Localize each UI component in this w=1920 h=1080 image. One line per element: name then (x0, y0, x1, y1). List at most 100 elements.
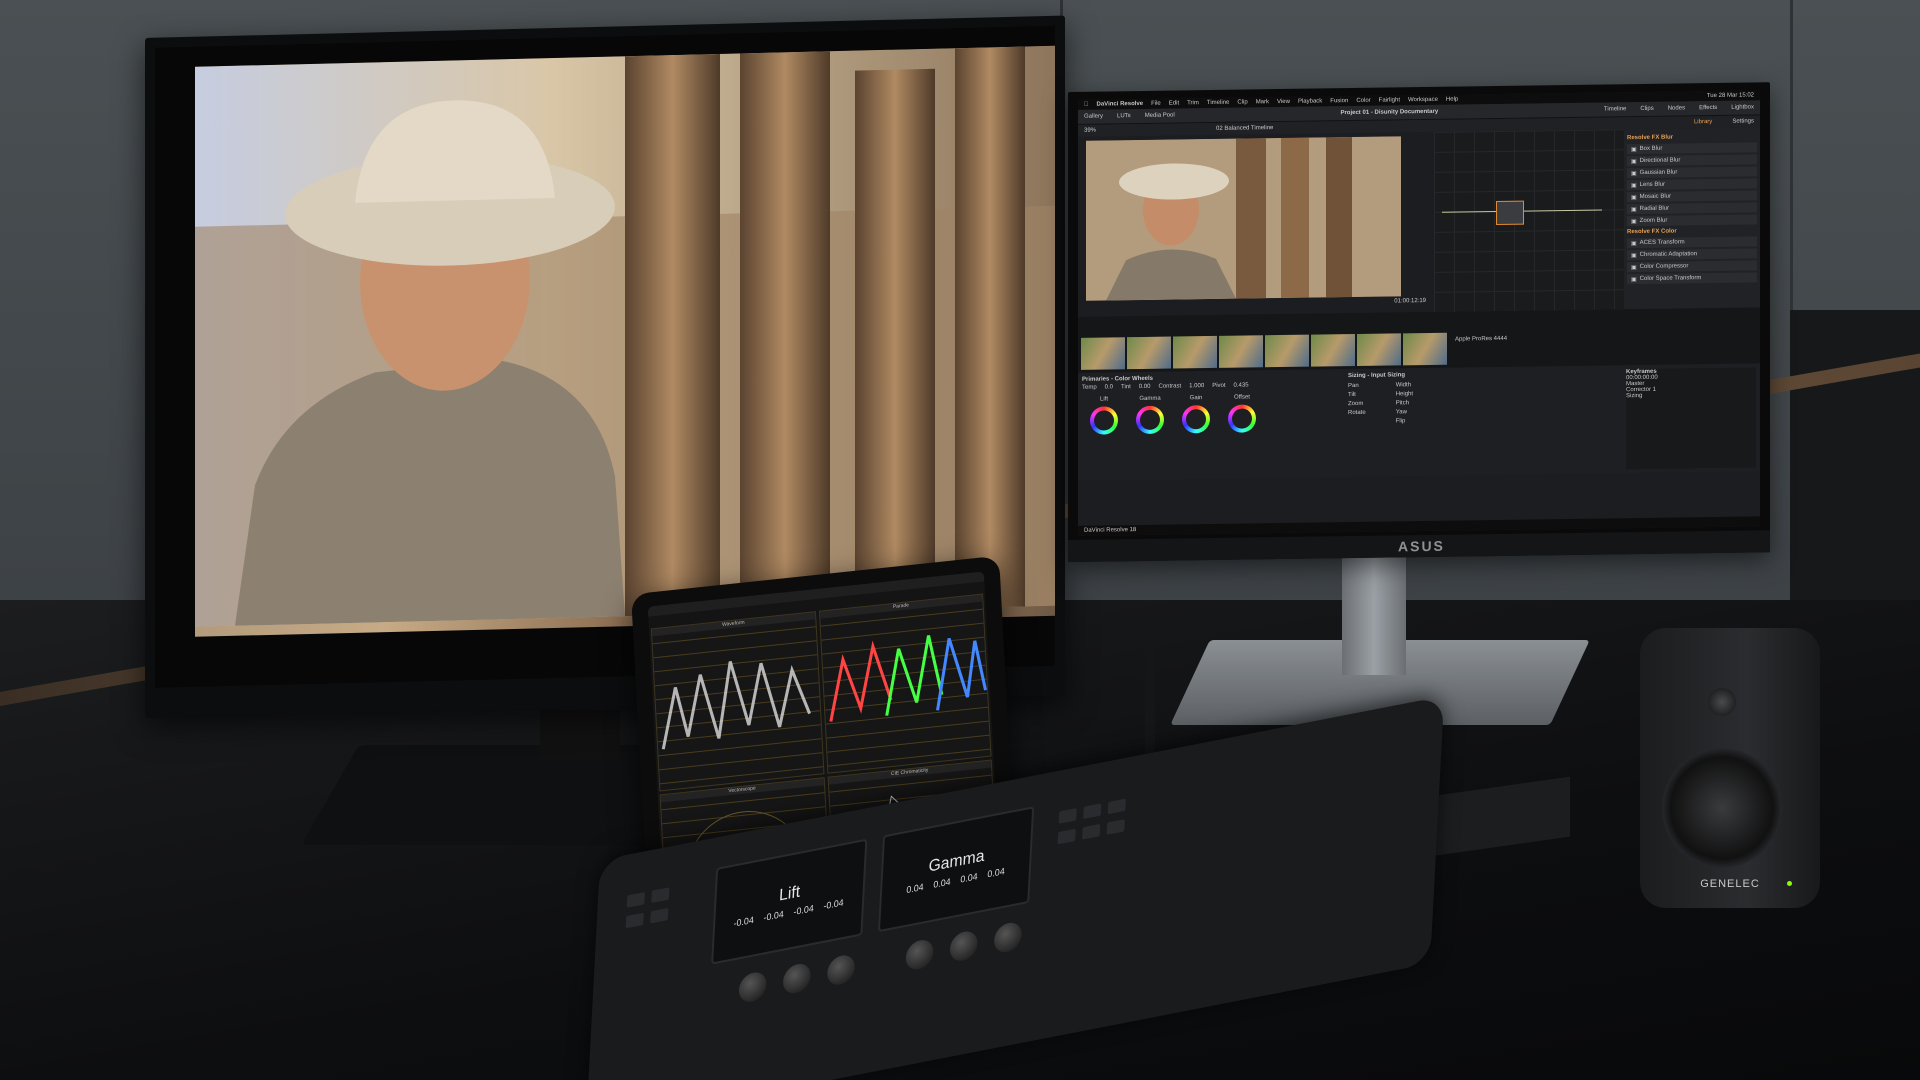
sizing-field: Pitch (1395, 400, 1410, 407)
panel-key[interactable] (1082, 823, 1101, 840)
menu-help[interactable]: Help (1446, 97, 1458, 103)
fx-icon: ▣ (1631, 252, 1637, 259)
knob[interactable] (738, 970, 768, 1005)
wheel-label: Lift (1099, 396, 1108, 403)
menu-app[interactable]: DaVinci Resolve (1097, 101, 1144, 108)
menu-view[interactable]: View (1277, 99, 1290, 105)
gain-wheel[interactable]: Gain (1180, 395, 1212, 434)
clip-thumbnail[interactable] (1403, 332, 1447, 366)
nodes-tab[interactable]: Nodes (1668, 105, 1685, 111)
color-node[interactable] (1496, 200, 1524, 226)
luts-button[interactable]: LUTs (1117, 113, 1131, 119)
fx-item[interactable]: ▣ Color Space Transform (1627, 272, 1757, 285)
clip-thumbnail[interactable] (1081, 337, 1125, 370)
menu-clip[interactable]: Clip (1237, 99, 1247, 105)
menu-fusion[interactable]: Fusion (1330, 98, 1348, 104)
panel-key[interactable] (626, 892, 645, 908)
knob[interactable] (826, 952, 856, 988)
panel-screen-label: Lift (778, 883, 801, 905)
fx-item[interactable]: ▣ Gaussian Blur (1627, 166, 1757, 179)
pivot-label: Pivot (1212, 382, 1226, 389)
fx-label: Directional Blur (1639, 157, 1681, 165)
lightbox-tab[interactable]: Lightbox (1731, 104, 1754, 110)
tint-label: Tint (1121, 384, 1131, 391)
offset-wheel[interactable]: Offset (1226, 394, 1258, 433)
panel-value: -0.04 (823, 897, 844, 912)
menu-fairlight[interactable]: Fairlight (1379, 97, 1400, 103)
menu-color[interactable]: Color (1356, 98, 1370, 104)
panel-key[interactable] (650, 907, 669, 924)
fx-item[interactable]: ▣ Directional Blur (1627, 154, 1757, 167)
fx-label: Chromatic Adaptation (1639, 251, 1698, 259)
fx-item[interactable]: ▣ Lens Blur (1627, 178, 1757, 191)
fx-label: Color Space Transform (1639, 275, 1702, 283)
color-wheel-icon[interactable] (1136, 405, 1164, 435)
side-monitor-stand (1342, 555, 1406, 675)
clip-thumbnail[interactable] (1311, 333, 1355, 367)
menu-trim[interactable]: Trim (1187, 100, 1199, 106)
effects-tab[interactable]: Effects (1699, 105, 1717, 111)
menu-playback[interactable]: Playback (1298, 98, 1322, 104)
clip-thumbnail[interactable] (1219, 335, 1263, 368)
timeline-tab[interactable]: Timeline (1604, 106, 1626, 112)
panel-key[interactable] (1106, 819, 1125, 835)
sizing-field: Pan (1348, 382, 1359, 390)
panel-key[interactable] (1057, 828, 1076, 845)
fx-item[interactable]: ▣ ACES Transform (1627, 236, 1757, 249)
panel-key[interactable] (625, 912, 644, 929)
fx-item[interactable]: ▣ Color Compressor (1627, 260, 1757, 273)
menu-apple-icon[interactable]:  (1084, 102, 1089, 108)
effects-library: Resolve FX Blur ▣ Box Blur ▣ Directional B… (1624, 127, 1760, 310)
timeline-name[interactable]: 02 Balanced Timeline (1216, 125, 1273, 132)
clip-thumbnail[interactable] (1357, 333, 1401, 366)
gallery-button[interactable]: Gallery (1084, 114, 1103, 120)
panel-value: 0.04 (933, 876, 951, 890)
parade-scope: Parade (818, 593, 992, 774)
lift-wheel[interactable]: Lift (1088, 396, 1120, 435)
menu-workspace[interactable]: Workspace (1408, 97, 1438, 103)
knob[interactable] (905, 937, 935, 972)
fx-item[interactable]: ▣ Radial Blur (1627, 202, 1757, 215)
clip-thumbnail[interactable] (1127, 336, 1171, 370)
fx-icon: ▣ (1631, 194, 1637, 201)
contrast-value[interactable]: 1.000 (1189, 383, 1204, 389)
color-wheel-icon[interactable] (1228, 404, 1256, 433)
fx-item[interactable]: ▣ Box Blur (1627, 142, 1757, 155)
panel-key[interactable] (651, 887, 670, 904)
gamma-wheel[interactable]: Gamma (1134, 396, 1166, 435)
fx-label: Radial Blur (1639, 205, 1670, 213)
wheel-label: Gain (1189, 395, 1203, 402)
zoom-select[interactable]: 39% (1084, 128, 1096, 134)
pivot-value[interactable]: 0.435 (1234, 382, 1249, 388)
panel-key[interactable] (1107, 798, 1126, 815)
knob[interactable] (993, 920, 1023, 955)
media-pool-button[interactable]: Media Pool (1145, 113, 1175, 119)
menu-mark[interactable]: Mark (1256, 99, 1269, 105)
waveform-trace (661, 660, 812, 750)
clip-thumbnail[interactable] (1173, 335, 1217, 369)
speaker-brand: GENELEC (1700, 878, 1760, 890)
viewer: 01:00:12:19 (1078, 132, 1434, 317)
menu-edit[interactable]: Edit (1169, 100, 1179, 106)
color-wheel-icon[interactable] (1182, 405, 1210, 434)
menu-file[interactable]: File (1151, 101, 1161, 107)
viewer-timecode: 01:00:12:19 (1394, 298, 1426, 305)
clips-tab[interactable]: Clips (1640, 106, 1653, 112)
knob[interactable] (949, 929, 979, 964)
sizing-field: Width (1395, 382, 1412, 389)
fx-item[interactable]: ▣ Mosaic Blur (1627, 190, 1757, 203)
color-wheel-icon[interactable] (1090, 406, 1118, 435)
tint-value[interactable]: 0.00 (1139, 384, 1151, 390)
clip-thumbnail[interactable] (1265, 334, 1309, 368)
node-editor[interactable] (1434, 129, 1624, 312)
panel-key[interactable] (1083, 803, 1102, 820)
knob[interactable] (782, 961, 812, 996)
fx-item[interactable]: ▣ Zoom Blur (1627, 214, 1757, 227)
menu-timeline[interactable]: Timeline (1207, 100, 1229, 106)
fx-library-tab[interactable]: Library (1694, 119, 1712, 125)
panel-key[interactable] (1058, 808, 1077, 824)
fx-item[interactable]: ▣ Chromatic Adaptation (1627, 248, 1757, 261)
fx-settings-tab[interactable]: Settings (1732, 118, 1754, 124)
temp-value[interactable]: 0.0 (1105, 384, 1113, 390)
fx-icon: ▣ (1631, 218, 1637, 225)
